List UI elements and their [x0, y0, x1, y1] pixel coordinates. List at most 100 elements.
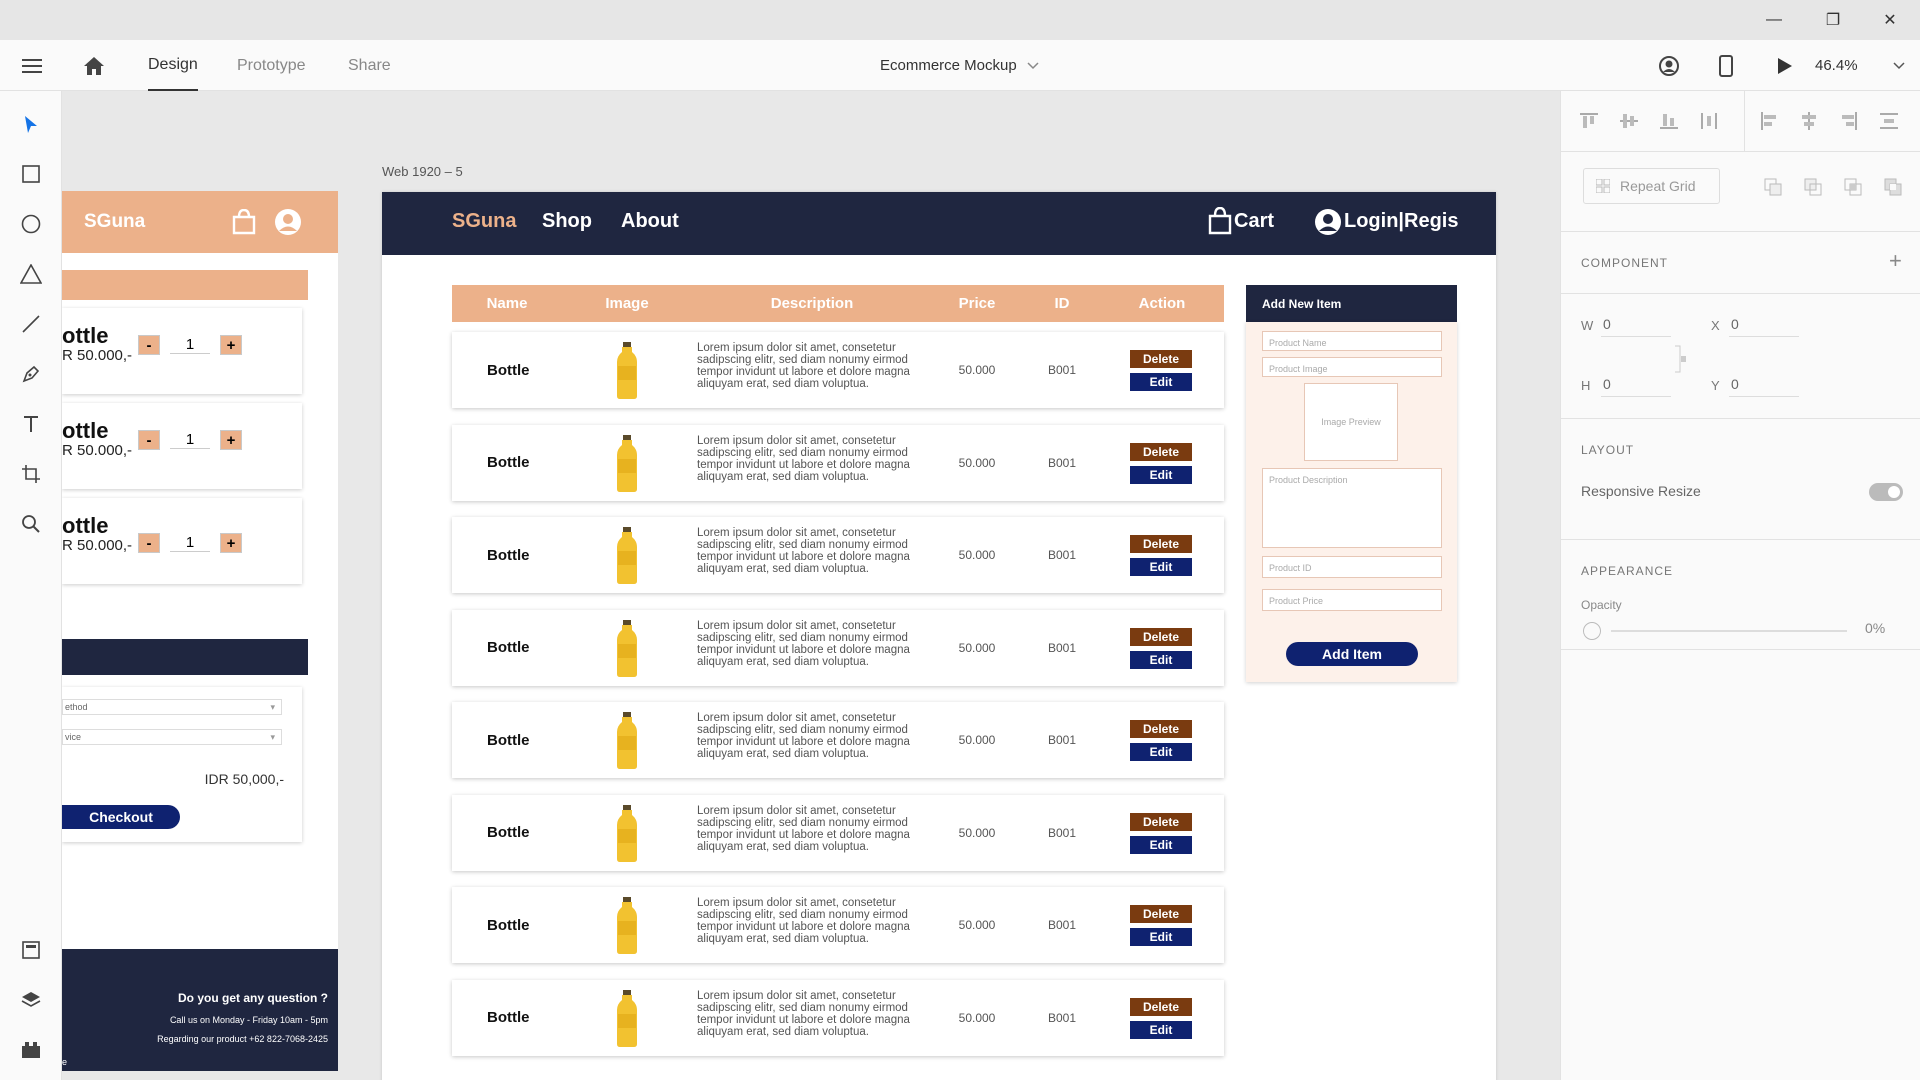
- edit-button[interactable]: Edit: [1130, 928, 1192, 946]
- product-image-input[interactable]: Product Image: [1262, 357, 1442, 377]
- edit-button[interactable]: Edit: [1130, 373, 1192, 391]
- width-input[interactable]: 0: [1601, 312, 1671, 337]
- delete-button[interactable]: Delete: [1130, 812, 1192, 831]
- quantity-decrease-button[interactable]: -: [138, 430, 160, 450]
- tab-share[interactable]: Share: [348, 40, 391, 91]
- quantity-value[interactable]: 1: [170, 534, 210, 552]
- product-id: B001: [1047, 733, 1077, 747]
- product-description-input[interactable]: Product Description: [1262, 468, 1442, 548]
- rectangle-tool[interactable]: [15, 158, 47, 190]
- height-input[interactable]: 0: [1601, 372, 1671, 397]
- design-canvas[interactable]: SGuna ottle R 50.000,- - 1 + ottle R 50.…: [62, 91, 1560, 1080]
- boolean-exclude-icon[interactable]: [1884, 178, 1902, 196]
- edit-button[interactable]: Edit: [1130, 835, 1192, 854]
- repeat-grid-button[interactable]: Repeat Grid: [1583, 168, 1720, 204]
- payment-method-select[interactable]: ethod ▾: [62, 699, 282, 715]
- quantity-decrease-button[interactable]: -: [138, 533, 160, 553]
- product-name: Bottle: [487, 731, 530, 749]
- edit-button[interactable]: Edit: [1130, 650, 1192, 669]
- quantity-value[interactable]: 1: [170, 336, 210, 354]
- product-price: 50.000: [958, 455, 996, 470]
- product-name-input[interactable]: Product Name: [1262, 331, 1442, 351]
- nav-link-shop[interactable]: Shop: [542, 210, 592, 233]
- x-input[interactable]: 0: [1729, 312, 1799, 337]
- close-window-button[interactable]: ✕: [1867, 0, 1913, 40]
- opacity-slider-track[interactable]: [1611, 630, 1847, 632]
- select-tool[interactable]: [15, 109, 47, 141]
- edit-button[interactable]: Edit: [1130, 1020, 1192, 1039]
- restore-button[interactable]: ❐: [1810, 0, 1856, 40]
- nav-link-login[interactable]: Login|Regis: [1344, 210, 1458, 233]
- align-bottom-icon[interactable]: [1659, 111, 1679, 131]
- align-top-icon[interactable]: [1579, 111, 1599, 131]
- pen-tool[interactable]: [15, 358, 47, 390]
- artboard-tool[interactable]: [15, 458, 47, 490]
- user-preview-button[interactable]: [1655, 52, 1683, 80]
- product-name: Bottle: [487, 361, 530, 379]
- quantity-increase-button[interactable]: +: [220, 430, 242, 450]
- home-button[interactable]: [80, 52, 108, 80]
- delete-button[interactable]: Delete: [1130, 997, 1192, 1016]
- product-price-input[interactable]: Product Price: [1262, 589, 1442, 611]
- align-left-icon[interactable]: [1759, 111, 1779, 131]
- delete-button[interactable]: Delete: [1130, 627, 1192, 646]
- distribute-horizontal-icon[interactable]: [1879, 111, 1899, 131]
- text-tool[interactable]: [15, 408, 47, 440]
- boolean-add-icon[interactable]: [1764, 178, 1782, 196]
- shipping-service-select[interactable]: vice ▾: [62, 729, 282, 745]
- magnifier-icon: [22, 515, 40, 533]
- admin-artboard[interactable]: SGuna Shop About Cart Login|Regis Name I…: [382, 192, 1496, 1080]
- y-input[interactable]: 0: [1729, 372, 1799, 397]
- add-component-button[interactable]: +: [1889, 248, 1902, 274]
- ellipse-tool[interactable]: [15, 208, 47, 240]
- quantity-increase-button[interactable]: +: [220, 533, 242, 553]
- device-preview-button[interactable]: [1712, 52, 1740, 80]
- delete-button[interactable]: Delete: [1130, 535, 1192, 553]
- zoom-level[interactable]: 46.4%: [1815, 40, 1858, 91]
- checkout-button[interactable]: Checkout: [62, 805, 180, 829]
- quantity-value[interactable]: 1: [170, 431, 210, 449]
- nav-link-about[interactable]: About: [621, 210, 679, 233]
- delete-button[interactable]: Delete: [1130, 350, 1192, 368]
- zoom-tool[interactable]: [15, 508, 47, 540]
- align-toolbar: [1561, 91, 1920, 152]
- brand-logo[interactable]: SGuna: [452, 210, 516, 233]
- delete-button[interactable]: Delete: [1130, 442, 1192, 461]
- quantity-decrease-button[interactable]: -: [138, 335, 160, 355]
- align-right-icon[interactable]: [1839, 111, 1859, 131]
- minimize-button[interactable]: —: [1751, 0, 1797, 40]
- boolean-intersect-icon[interactable]: [1844, 178, 1862, 196]
- edit-button[interactable]: Edit: [1130, 465, 1192, 484]
- nav-link-cart[interactable]: Cart: [1234, 210, 1274, 233]
- tab-design[interactable]: Design: [148, 40, 198, 91]
- checkout-header-bar: [62, 639, 308, 675]
- opacity-slider-handle[interactable]: [1583, 622, 1601, 640]
- line-tool[interactable]: [15, 308, 47, 340]
- align-center-icon[interactable]: [1799, 111, 1819, 131]
- boolean-subtract-icon[interactable]: [1804, 178, 1822, 196]
- delete-button[interactable]: Delete: [1130, 905, 1192, 923]
- polygon-tool[interactable]: [15, 258, 47, 290]
- responsive-resize-toggle[interactable]: [1869, 483, 1903, 501]
- cart-artboard-partial[interactable]: SGuna ottle R 50.000,- - 1 + ottle R 50.…: [62, 191, 338, 1071]
- lock-aspect-icon[interactable]: [1673, 344, 1687, 374]
- assets-panel-button[interactable]: [15, 934, 47, 966]
- artboard-label[interactable]: Web 1920 – 5: [382, 164, 463, 179]
- home-icon: [84, 57, 104, 75]
- hamburger-menu-button[interactable]: [18, 52, 46, 80]
- quantity-increase-button[interactable]: +: [220, 335, 242, 355]
- delete-button[interactable]: Delete: [1130, 720, 1192, 738]
- tab-prototype[interactable]: Prototype: [237, 40, 305, 91]
- distribute-vertical-icon[interactable]: [1699, 111, 1719, 131]
- opacity-value[interactable]: 0%: [1865, 620, 1885, 636]
- document-title-dropdown[interactable]: Ecommerce Mockup: [880, 40, 1039, 91]
- product-id-input[interactable]: Product ID: [1262, 556, 1442, 578]
- edit-button[interactable]: Edit: [1130, 558, 1192, 576]
- plugins-panel-button[interactable]: [15, 1034, 47, 1066]
- zoom-dropdown[interactable]: [1885, 52, 1913, 80]
- align-middle-icon[interactable]: [1619, 111, 1639, 131]
- edit-button[interactable]: Edit: [1130, 743, 1192, 761]
- play-preview-button[interactable]: [1770, 52, 1798, 80]
- layers-panel-button[interactable]: [15, 984, 47, 1016]
- add-item-button[interactable]: Add Item: [1286, 642, 1418, 666]
